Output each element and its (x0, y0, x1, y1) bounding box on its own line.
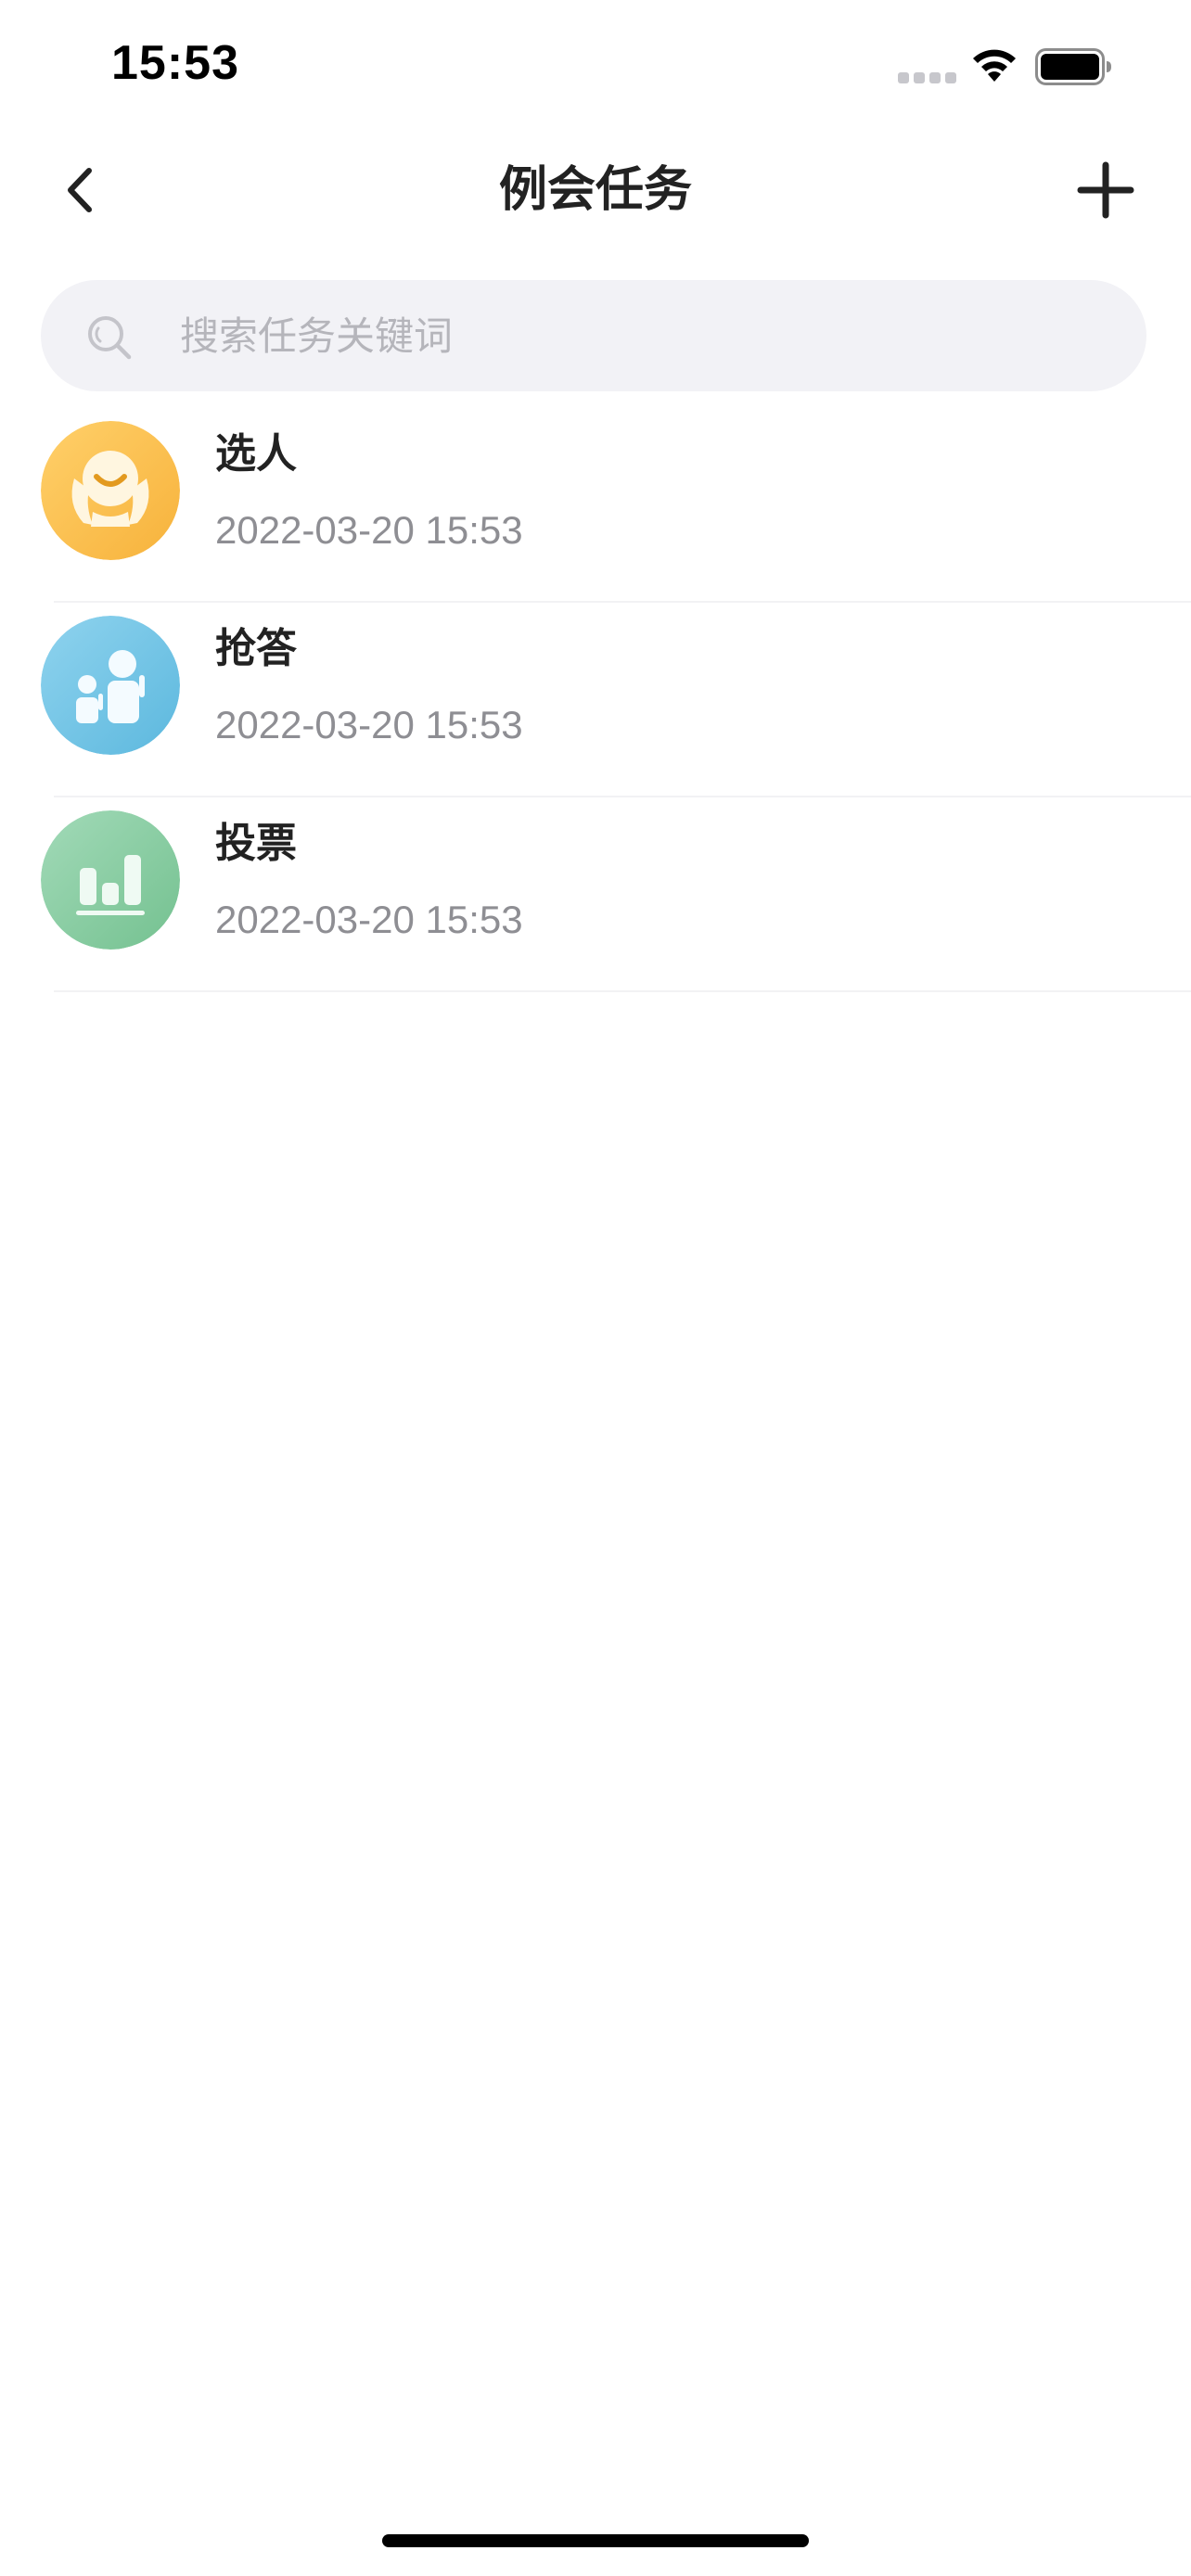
plus-icon (1077, 161, 1134, 219)
search-input[interactable] (180, 280, 1108, 391)
list-item[interactable]: 选人 2022-03-20 15:53 (0, 408, 1191, 603)
task-time: 2022-03-20 15:53 (215, 898, 523, 941)
task-list: 选人 2022-03-20 15:53 抢答 2022-03-20 15:53 … (0, 408, 1191, 992)
vote-chart-icon (41, 810, 180, 950)
task-name: 选人 (215, 430, 297, 478)
search-icon (88, 316, 132, 360)
quick-answer-icon (41, 616, 180, 755)
list-item[interactable]: 投票 2022-03-20 15:53 (0, 797, 1191, 992)
task-time: 2022-03-20 15:53 (215, 703, 523, 746)
task-name: 抢答 (215, 625, 297, 672)
divider (54, 990, 1191, 992)
list-item[interactable]: 抢答 2022-03-20 15:53 (0, 603, 1191, 797)
page-title: 例会任务 (498, 162, 692, 218)
select-person-icon (41, 421, 180, 560)
task-name: 投票 (215, 820, 297, 867)
status-bar: 15:53 (0, 0, 1191, 130)
home-indicator[interactable] (382, 2534, 809, 2547)
status-time: 15:53 (111, 36, 239, 90)
signal-dots-icon (898, 72, 956, 83)
nav-bar: 例会任务 (0, 130, 1191, 250)
battery-icon (1035, 48, 1111, 85)
wifi-icon (973, 49, 1016, 82)
add-task-button[interactable] (1071, 156, 1140, 224)
task-time: 2022-03-20 15:53 (215, 508, 523, 552)
search-bar (41, 280, 1146, 391)
